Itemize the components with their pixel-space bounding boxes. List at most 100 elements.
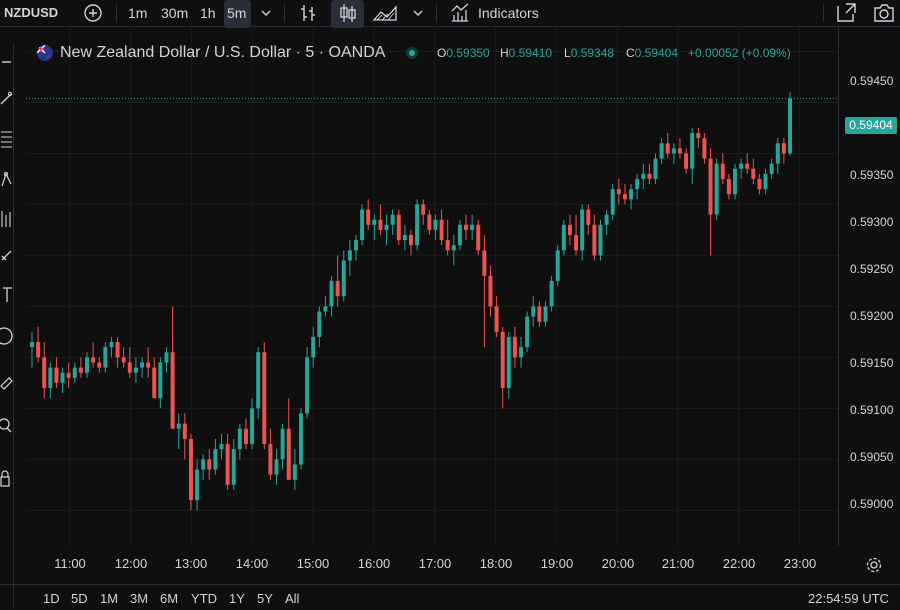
interval-30m[interactable]: 30m [161, 0, 188, 26]
indicators-button[interactable]: Indicators [478, 0, 539, 26]
zoom-tool-icon[interactable] [0, 414, 13, 438]
trend-line-tool-icon[interactable] [0, 86, 13, 110]
fib-tool-icon[interactable] [0, 126, 13, 150]
interval-1h[interactable]: 1h [200, 0, 216, 26]
candle-body [390, 214, 395, 225]
gear-icon[interactable] [865, 556, 883, 574]
candle-body [231, 449, 236, 485]
candles-chart-type-icon[interactable] [336, 0, 360, 26]
ohlc-close-value: 0.59404 [634, 46, 679, 60]
candle-body [170, 352, 175, 429]
interval-5m[interactable]: 5m [227, 0, 246, 26]
candle-body [268, 444, 273, 475]
candle-body [201, 459, 206, 470]
legend-title[interactable]: New Zealand Dollar / U.S. Dollar · 5 · O… [60, 43, 385, 63]
emoji-tool-icon[interactable] [0, 324, 13, 348]
candle-body [378, 219, 383, 230]
candle-body [763, 173, 768, 190]
candle-body [622, 194, 627, 200]
candle-body [580, 209, 585, 251]
fullscreen-icon[interactable] [834, 0, 858, 26]
top-toolbar: NZDUSD 1m 30m 1h 5m Indicators [0, 0, 900, 28]
candle-body [409, 235, 413, 246]
market-status-icon[interactable] [406, 47, 418, 59]
range-1y[interactable]: 1Y [229, 592, 245, 606]
time-tick-label: 20:00 [601, 556, 635, 571]
interval-chevron-down-icon[interactable] [258, 0, 274, 26]
range-6m[interactable]: 6M [160, 592, 178, 606]
price-axis[interactable] [838, 26, 900, 546]
camera-icon[interactable] [872, 0, 896, 26]
toolbar-divider [823, 4, 824, 22]
projection-tool-icon[interactable] [0, 206, 13, 230]
candle-body [286, 428, 291, 480]
range-3m[interactable]: 3M [130, 592, 148, 606]
candle-body [567, 224, 572, 236]
candle-body [781, 143, 786, 154]
candle-body [250, 408, 255, 445]
candle-body [103, 347, 108, 368]
ohlc-open-value: 0.59350 [446, 46, 490, 60]
candle-body [525, 316, 530, 348]
candle-body [445, 240, 450, 251]
ohlc-change: +0.00052 (+0.09%) [688, 45, 791, 61]
candle-body [488, 275, 493, 307]
bar-chart-type-icon[interactable] [297, 0, 319, 26]
candle-body [714, 163, 719, 215]
candle-body [702, 138, 707, 159]
area-chart-type-icon[interactable] [372, 0, 400, 26]
add-symbol-icon[interactable] [82, 0, 104, 26]
candle-body [616, 189, 621, 195]
indicators-icon[interactable] [449, 0, 471, 26]
lock-icon[interactable] [0, 466, 13, 490]
chart-type-chevron-down-icon[interactable] [410, 0, 426, 26]
candle-body [146, 362, 151, 368]
candle-body [494, 306, 499, 332]
candle-body [757, 178, 762, 190]
range-1d[interactable]: 1D [43, 592, 60, 606]
toolbar-divider [116, 4, 117, 22]
time-tick-label: 19:00 [540, 556, 574, 571]
ohlc-open: O0.59350 [437, 45, 490, 61]
pattern-tool-icon[interactable] [0, 166, 13, 190]
symbol-search[interactable]: NZDUSD [4, 0, 58, 26]
utc-clock[interactable]: 22:54:59 UTC [808, 592, 889, 606]
candle-body [262, 352, 267, 445]
candle-body [788, 98, 792, 154]
range-5y[interactable]: 5Y [257, 592, 273, 606]
time-tick-label: 13:00 [174, 556, 208, 571]
brush-tool-icon[interactable] [0, 242, 13, 266]
ruler-tool-icon[interactable] [0, 370, 13, 394]
range-ytd[interactable]: YTD [191, 592, 217, 606]
candle-body [298, 413, 303, 465]
range-1m[interactable]: 1M [100, 592, 118, 606]
candle-body [140, 362, 145, 368]
candle-body [561, 224, 566, 251]
candle-body [42, 357, 47, 388]
candle-body [225, 444, 230, 485]
candle-body [415, 204, 420, 246]
candle-body [213, 449, 218, 470]
candle-body [684, 153, 689, 169]
candle-body [543, 306, 548, 322]
candle-body [292, 464, 297, 480]
crosshair-tool-icon[interactable] [0, 50, 13, 74]
candle-body [274, 459, 279, 475]
candle-body [457, 224, 462, 246]
price-chart[interactable] [0, 0, 900, 609]
candle-body [115, 342, 120, 358]
time-tick-label: 22:00 [722, 556, 756, 571]
ohlc-high: H0.59410 [500, 45, 552, 61]
range-5d[interactable]: 5D [71, 592, 88, 606]
range-all[interactable]: All [285, 592, 299, 606]
candle-body [329, 280, 334, 307]
candle-body [188, 438, 193, 501]
candle-body [690, 133, 695, 169]
candle-body [317, 311, 322, 337]
price-tick-label: 0.59100 [850, 403, 894, 417]
candle-body [555, 250, 560, 281]
text-tool-icon[interactable] [0, 282, 13, 306]
candle-body [592, 224, 597, 256]
ohlc-low-key: L [564, 46, 571, 60]
interval-1m[interactable]: 1m [128, 0, 147, 26]
